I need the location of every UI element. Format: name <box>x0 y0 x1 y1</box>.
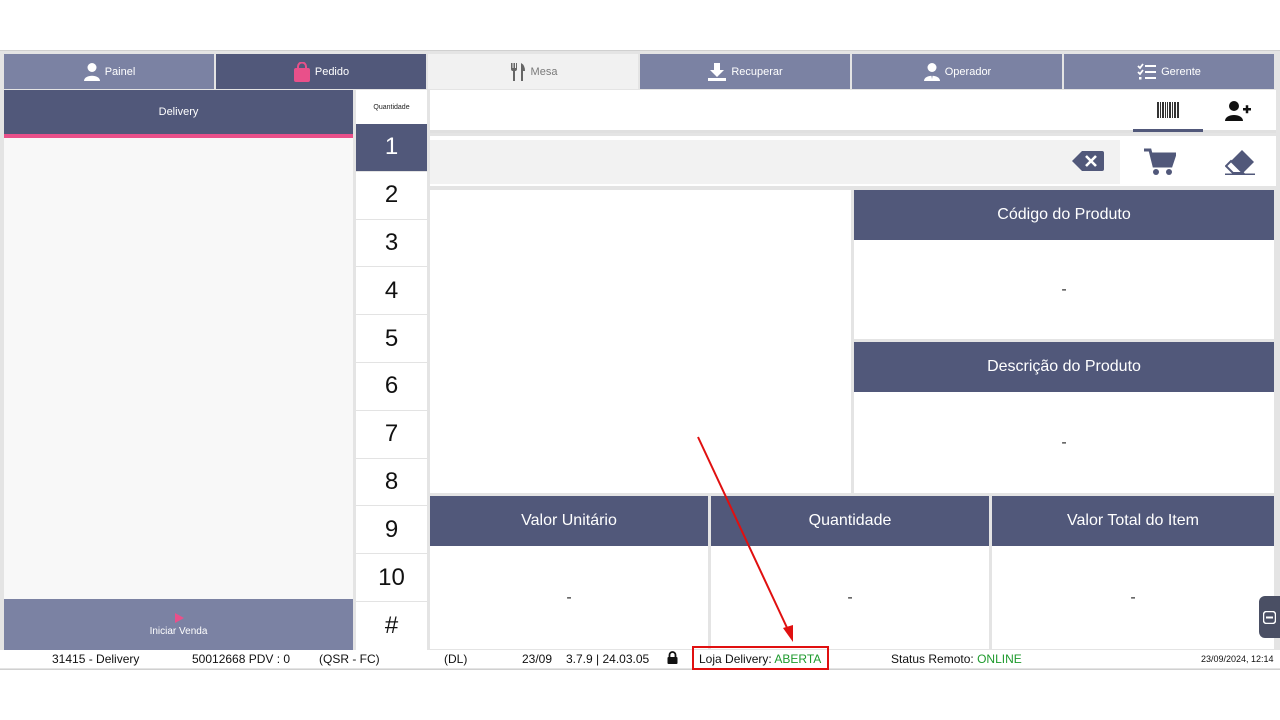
dl-flag: (DL) <box>444 652 468 666</box>
qty-button-8[interactable]: 8 <box>356 459 427 507</box>
tab-mesa[interactable]: Mesa <box>428 54 640 89</box>
qty-button-1[interactable]: 1 <box>356 124 427 172</box>
minus-box-icon <box>1263 610 1276 624</box>
mode: (QSR - FC) <box>319 652 380 666</box>
clear-button[interactable] <box>1215 142 1265 182</box>
qty-button-2[interactable]: 2 <box>356 172 427 220</box>
quantity-header: Quantidade <box>711 496 989 546</box>
order-panel: Delivery Iniciar Venda <box>4 90 353 650</box>
annotation-highlight-box <box>692 646 829 670</box>
qty-button-10[interactable]: 10 <box>356 554 427 602</box>
side-drawer-handle[interactable] <box>1259 596 1280 638</box>
barcode-mode-button[interactable] <box>1133 90 1203 132</box>
backspace-icon <box>1072 151 1104 171</box>
remote-status: Status Remoto: ONLINE <box>891 652 1022 666</box>
version: 3.7.9 | 24.03.05 <box>566 652 650 666</box>
product-search-input[interactable] <box>430 140 1120 184</box>
remote-status-value: ONLINE <box>977 652 1022 666</box>
tab-label: Painel <box>104 65 136 78</box>
item-total-value: - <box>1130 588 1136 606</box>
date: 23/09 <box>522 652 553 666</box>
start-sale-label: Iniciar Venda <box>149 625 208 637</box>
tab-label: Recuperar <box>731 65 783 78</box>
top-toolbar <box>430 90 1276 133</box>
add-customer-button[interactable] <box>1210 90 1266 132</box>
tab-label: Pedido <box>314 65 350 78</box>
product-description-card: Descrição do Produto - <box>854 342 1274 493</box>
qty-button-6[interactable]: 6 <box>356 363 427 411</box>
quantity-value: - <box>847 588 853 606</box>
qty-button-3[interactable]: 3 <box>356 220 427 268</box>
unit-value-card: Valor Unitário - <box>430 496 708 649</box>
tab-operador[interactable]: Operador <box>852 54 1064 89</box>
datetime: 23/09/2024, 12:14 <box>1201 654 1274 664</box>
qty-button-7[interactable]: 7 <box>356 411 427 459</box>
tab-label: Gerente <box>1161 65 1201 78</box>
remote-status-label: Status Remoto: <box>891 652 974 666</box>
product-image-area <box>430 190 851 493</box>
delivery-tab[interactable]: Delivery <box>4 90 353 138</box>
cart-button[interactable] <box>1135 142 1185 182</box>
barcode-icon <box>1157 101 1179 118</box>
qty-button-4[interactable]: 4 <box>356 267 427 316</box>
tab-label: Operador <box>944 65 992 78</box>
product-code-value: - <box>1061 280 1067 298</box>
search-row <box>430 136 1276 186</box>
tab-pedido[interactable]: Pedido <box>216 54 428 89</box>
qty-button-hash[interactable]: # <box>356 602 427 650</box>
cart-icon <box>1144 148 1176 175</box>
checklist-icon <box>1137 62 1157 79</box>
item-total-card: Valor Total do Item - <box>992 496 1274 649</box>
status-bar: 31415 - Delivery 50012668 PDV : 0 (QSR -… <box>0 650 1280 668</box>
pdv-app: Painel Pedido Mesa Recuperar Operador Ge… <box>0 0 1280 720</box>
store-id: 31415 - Delivery <box>52 652 140 666</box>
shopping-bag-icon <box>293 61 310 82</box>
quantity-card: Quantidade - <box>711 496 989 649</box>
unit-value: - <box>566 588 572 606</box>
play-icon <box>174 612 184 623</box>
download-icon <box>708 62 727 81</box>
person-icon <box>83 62 100 81</box>
product-description-value: - <box>1061 433 1067 451</box>
item-total-header: Valor Total do Item <box>992 496 1274 546</box>
top-tabs: Painel Pedido Mesa Recuperar Operador Ge… <box>4 54 1276 89</box>
tab-label: Mesa <box>530 65 558 78</box>
operator-icon <box>923 62 940 81</box>
lock-icon <box>667 651 678 667</box>
start-sale-button[interactable]: Iniciar Venda <box>4 599 353 650</box>
tab-painel[interactable]: Painel <box>4 54 216 89</box>
tab-recuperar[interactable]: Recuperar <box>640 54 852 89</box>
fork-knife-icon <box>510 62 525 81</box>
pdv-id: 50012668 PDV : 0 <box>192 652 291 666</box>
delivery-label: Delivery <box>158 106 199 118</box>
add-user-icon <box>1225 101 1251 121</box>
product-description-header: Descrição do Produto <box>854 342 1274 392</box>
unit-value-header: Valor Unitário <box>430 496 708 546</box>
eraser-icon <box>1225 150 1255 175</box>
product-code-header: Código do Produto <box>854 190 1274 240</box>
quantity-column: Quantidade 1 2 3 4 5 6 7 8 9 10 # <box>356 90 427 650</box>
backspace-button[interactable] <box>1066 144 1110 178</box>
tab-gerente[interactable]: Gerente <box>1064 54 1276 89</box>
qty-button-9[interactable]: 9 <box>356 506 427 555</box>
quantity-label: Quantidade <box>373 103 410 111</box>
qty-button-5[interactable]: 5 <box>356 315 427 363</box>
product-code-card: Código do Produto - <box>854 190 1274 339</box>
